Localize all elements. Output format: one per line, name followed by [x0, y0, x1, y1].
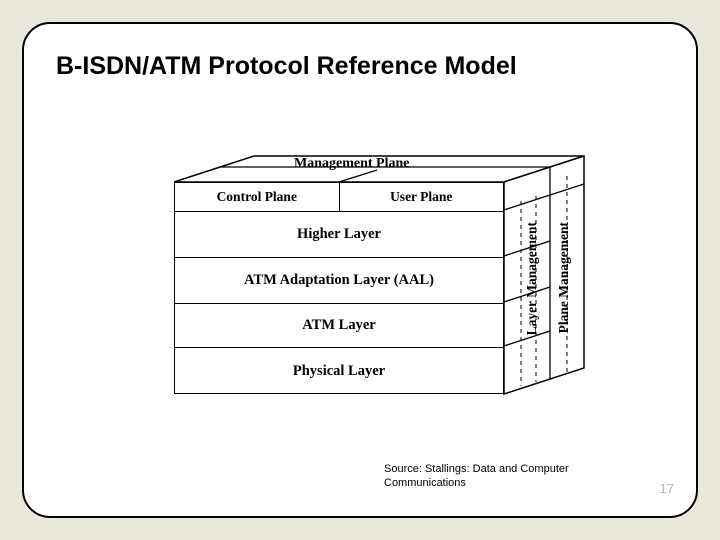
control-plane-cell: Control Plane	[175, 183, 340, 211]
slide-card: B-ISDN/ATM Protocol Reference Model	[22, 22, 698, 518]
layer-management-label: Layer Management	[524, 222, 540, 335]
slide-title: B-ISDN/ATM Protocol Reference Model	[56, 52, 517, 81]
source-citation: Source: Stallings: Data and Computer Com…	[384, 462, 574, 490]
protocol-diagram: Management Plane Layer Management Plane …	[174, 156, 588, 394]
plane-management-label: Plane Management	[556, 222, 572, 333]
physical-layer: Physical Layer	[175, 348, 503, 394]
plane-row: Control Plane User Plane	[175, 183, 503, 212]
user-plane-cell: User Plane	[340, 183, 504, 211]
protocol-stack: Control Plane User Plane Higher Layer AT…	[174, 182, 504, 394]
aal-layer: ATM Adaptation Layer (AAL)	[175, 258, 503, 304]
atm-layer: ATM Layer	[175, 304, 503, 348]
management-plane-label: Management Plane	[294, 156, 409, 172]
higher-layer: Higher Layer	[175, 212, 503, 258]
page-number: 17	[660, 481, 674, 496]
